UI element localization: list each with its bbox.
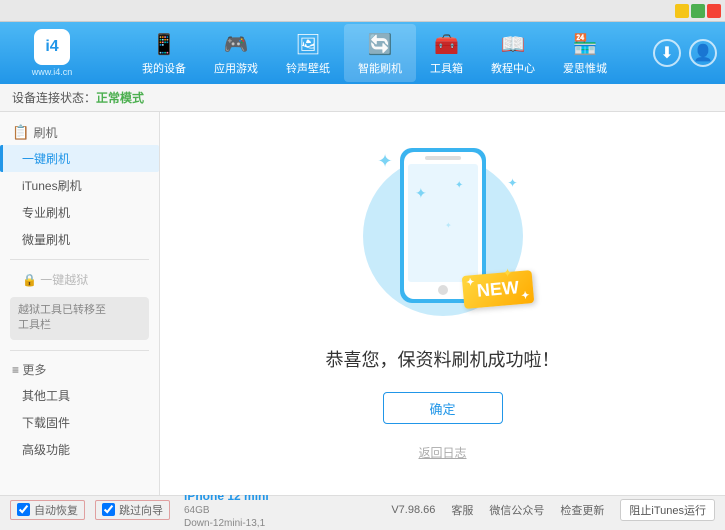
flash-section-label: 刷机	[33, 124, 57, 141]
more-section-label: ≡ 更多	[12, 361, 46, 378]
version-label: V7.98.66	[391, 504, 435, 516]
download-nav-button[interactable]: ⬇	[653, 39, 681, 67]
svg-text:✦: ✦	[445, 221, 452, 230]
logo-area: i4 www.i4.cn	[8, 29, 96, 77]
store-icon: 🏪	[571, 30, 599, 58]
nav-label-toolbox: 工具箱	[430, 60, 463, 76]
nav-item-smart-shop[interactable]: 🔄 智能刷机	[344, 24, 416, 82]
wallpaper-icon: 🖼	[294, 30, 322, 58]
sidebar-divider-1	[10, 259, 149, 260]
nav-label-app-game: 应用游戏	[214, 60, 258, 76]
nav-items: 📱 我的设备 🎮 应用游戏 🖼 铃声壁纸 🔄 智能刷机 🧰 工具箱 📖 教程中心…	[96, 24, 653, 82]
maximize-button[interactable]	[691, 4, 705, 18]
sidebar-item-download-firmware[interactable]: 下载固件	[0, 409, 159, 436]
phone-illustration: ✦ ✦ ✦ NEW ✦ ✦ ✦	[363, 146, 523, 326]
nav-right: ⬇ 👤	[653, 39, 717, 67]
sidebar: 📋 刷机 一键刷机 iTunes刷机 专业刷机 微量刷机 🔒 一键越狱 越狱工具…	[0, 112, 160, 495]
sidebar-notice: 越狱工具已转移至工具栏	[10, 297, 149, 340]
sidebar-item-pro-flash[interactable]: 专业刷机	[0, 199, 159, 226]
nav-item-toolbox[interactable]: 🧰 工具箱	[416, 24, 477, 82]
toolbox-icon: 🧰	[433, 30, 461, 58]
book-icon: 📖	[499, 30, 527, 58]
minimize-button[interactable]	[675, 4, 689, 18]
logo-url: www.i4.cn	[32, 67, 73, 77]
auto-restore-checkbox[interactable]	[17, 503, 30, 516]
topnav: i4 www.i4.cn 📱 我的设备 🎮 应用游戏 🖼 铃声壁纸 🔄 智能刷机…	[0, 22, 725, 84]
new-badge: NEW	[461, 270, 534, 309]
device-model: Down-12mini-13,1	[184, 517, 269, 530]
flash-section-header: 📋 刷机	[0, 120, 159, 145]
nav-label-tutorial: 教程中心	[491, 60, 535, 76]
jailbreak-label: 一键越狱	[40, 273, 88, 287]
sidebar-item-micro-flash[interactable]: 微量刷机	[0, 226, 159, 253]
nav-item-my-device[interactable]: 📱 我的设备	[128, 24, 200, 82]
more-section-header: ≡ 更多	[0, 357, 159, 382]
sidebar-item-one-key-flash[interactable]: 一键刷机	[0, 145, 159, 172]
sidebar-item-jailbreak: 🔒 一键越狱	[0, 266, 159, 293]
device-storage: 64GB	[184, 504, 269, 517]
confirm-button[interactable]: 确定	[383, 392, 503, 424]
wechat-link[interactable]: 微信公众号	[489, 502, 544, 518]
nav-item-app-game[interactable]: 🎮 应用游戏	[200, 24, 272, 82]
nav-item-ringtone[interactable]: 🖼 铃声壁纸	[272, 24, 344, 82]
app-logo: i4	[34, 29, 70, 65]
skip-wizard-checkbox-row[interactable]: 跳过向导	[95, 500, 170, 520]
sidebar-item-itunes-flash[interactable]: iTunes刷机	[0, 172, 159, 199]
sidebar-item-advanced[interactable]: 高级功能	[0, 436, 159, 463]
sparkle-2: ✦	[508, 176, 518, 190]
auto-restore-checkbox-row[interactable]: 自动恢复	[10, 500, 85, 520]
back-home-link[interactable]: 返回日志	[418, 444, 466, 461]
hero-section: ✦ ✦ ✦ NEW ✦ ✦ ✦ 恭喜您，保资料刷机成功啦！ 确定 返回日志	[326, 146, 560, 461]
nav-item-tutorial[interactable]: 📖 教程中心	[477, 24, 549, 82]
nav-label-my-device: 我的设备	[142, 60, 186, 76]
status-value: 正常模式	[96, 89, 144, 106]
nav-label-ringtone: 铃声壁纸	[286, 60, 330, 76]
status-label: 设备连接状态：	[12, 89, 96, 106]
nav-item-think-city[interactable]: 🏪 爱思惟城	[549, 24, 621, 82]
check-update-link[interactable]: 检查更新	[560, 502, 604, 518]
bottombar-right: V7.98.66 客服 微信公众号 检查更新 阻止iTunes运行	[391, 499, 715, 521]
auto-restore-label: 自动恢复	[34, 502, 78, 518]
account-nav-button[interactable]: 👤	[689, 39, 717, 67]
nav-label-think-city: 爱思惟城	[563, 60, 607, 76]
sidebar-item-other-tools[interactable]: 其他工具	[0, 382, 159, 409]
content-area: ✦ ✦ ✦ NEW ✦ ✦ ✦ 恭喜您，保资料刷机成功啦！ 确定 返回日志	[160, 112, 725, 495]
statusbar: 设备连接状态： 正常模式	[0, 84, 725, 112]
notice-text: 越狱工具已转移至工具栏	[18, 304, 106, 331]
bottombar: 自动恢复 跳过向导 iPhone 12 mini 64GB Down-12min…	[0, 495, 725, 523]
close-button[interactable]	[707, 4, 721, 18]
svg-text:✦: ✦	[415, 185, 427, 201]
svg-text:✦: ✦	[455, 180, 463, 191]
success-message: 恭喜您，保资料刷机成功啦！	[326, 346, 560, 372]
skip-wizard-checkbox[interactable]	[102, 503, 115, 516]
game-icon: 🎮	[222, 30, 250, 58]
sparkle-3: ✦	[503, 266, 513, 280]
sidebar-divider-2	[10, 350, 149, 351]
refresh-icon: 🔄	[366, 30, 394, 58]
titlebar	[0, 0, 725, 22]
main-area: 📋 刷机 一键刷机 iTunes刷机 专业刷机 微量刷机 🔒 一键越狱 越狱工具…	[0, 112, 725, 495]
sparkle-1: ✦	[378, 151, 393, 172]
itunes-stop-button[interactable]: 阻止iTunes运行	[620, 499, 715, 521]
skip-wizard-label: 跳过向导	[119, 502, 163, 518]
nav-label-smart-shop: 智能刷机	[358, 60, 402, 76]
flash-section-icon: 📋	[12, 124, 29, 141]
service-link[interactable]: 客服	[451, 502, 473, 518]
phone-icon: 📱	[150, 30, 178, 58]
logo-icon-text: i4	[45, 38, 58, 56]
